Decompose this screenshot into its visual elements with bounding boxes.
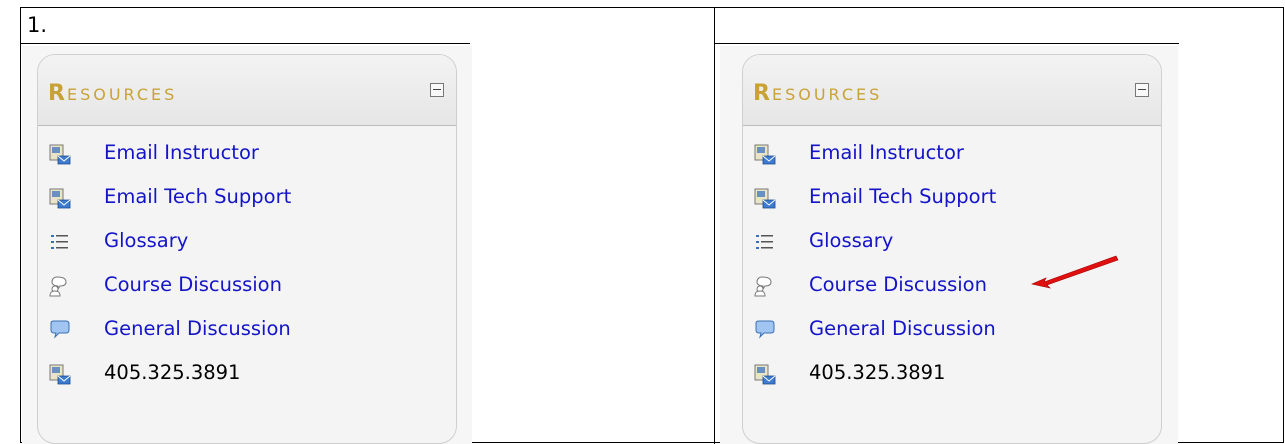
resource-label: Email Instructor [809, 141, 964, 164]
resource-label: Glossary [104, 229, 189, 252]
resources-block-right: RESOURCES Email Instructor Email Tech Su… [742, 54, 1162, 444]
resource-email-tech-support[interactable]: Email Tech Support [743, 183, 1161, 227]
resource-course-discussion[interactable]: Course Discussion [38, 271, 456, 315]
email-icon [753, 186, 777, 210]
collapse-button[interactable] [1135, 83, 1149, 97]
resource-phone: 405.325.3891 [743, 359, 1161, 403]
resource-label: Email Tech Support [104, 185, 292, 208]
email-icon [753, 142, 777, 166]
block-header: RESOURCES [38, 55, 456, 126]
resource-label: General Discussion [809, 317, 996, 340]
resource-email-instructor[interactable]: Email Instructor [38, 139, 456, 183]
forum-icon [48, 274, 72, 298]
table-column-divider [714, 7, 715, 444]
list-icon [48, 230, 72, 254]
email-icon [753, 362, 777, 386]
resources-block-left: RESOURCES Email Instructor Email Tech Su… [37, 54, 457, 444]
annotation-arrow-icon [1031, 255, 1119, 289]
step-number: 1. [27, 13, 48, 37]
resource-general-discussion[interactable]: General Discussion [38, 315, 456, 359]
resource-label: 405.325.3891 [104, 361, 241, 384]
chat-bubble-icon [753, 318, 777, 342]
resource-label: General Discussion [104, 317, 291, 340]
table-row-divider-right [714, 43, 1179, 44]
table-row-divider-left [20, 43, 470, 44]
email-icon [48, 186, 72, 210]
forum-icon [753, 274, 777, 298]
resource-list: Email Instructor Email Tech Support Glos… [38, 139, 456, 403]
resource-phone: 405.325.3891 [38, 359, 456, 403]
resource-label: Course Discussion [809, 273, 987, 296]
resource-email-tech-support[interactable]: Email Tech Support [38, 183, 456, 227]
list-icon [753, 230, 777, 254]
resource-email-instructor[interactable]: Email Instructor [743, 139, 1161, 183]
resource-label: Glossary [809, 229, 894, 252]
resource-label: Course Discussion [104, 273, 282, 296]
collapse-button[interactable] [430, 83, 444, 97]
block-title: RESOURCES [48, 81, 178, 106]
resource-general-discussion[interactable]: General Discussion [743, 315, 1161, 359]
email-icon [48, 362, 72, 386]
resource-label: Email Tech Support [809, 185, 997, 208]
resource-glossary[interactable]: Glossary [38, 227, 456, 271]
resource-label: 405.325.3891 [809, 361, 946, 384]
block-title: RESOURCES [753, 81, 883, 106]
email-icon [48, 142, 72, 166]
chat-bubble-icon [48, 318, 72, 342]
block-header: RESOURCES [743, 55, 1161, 126]
resource-label: Email Instructor [104, 141, 259, 164]
